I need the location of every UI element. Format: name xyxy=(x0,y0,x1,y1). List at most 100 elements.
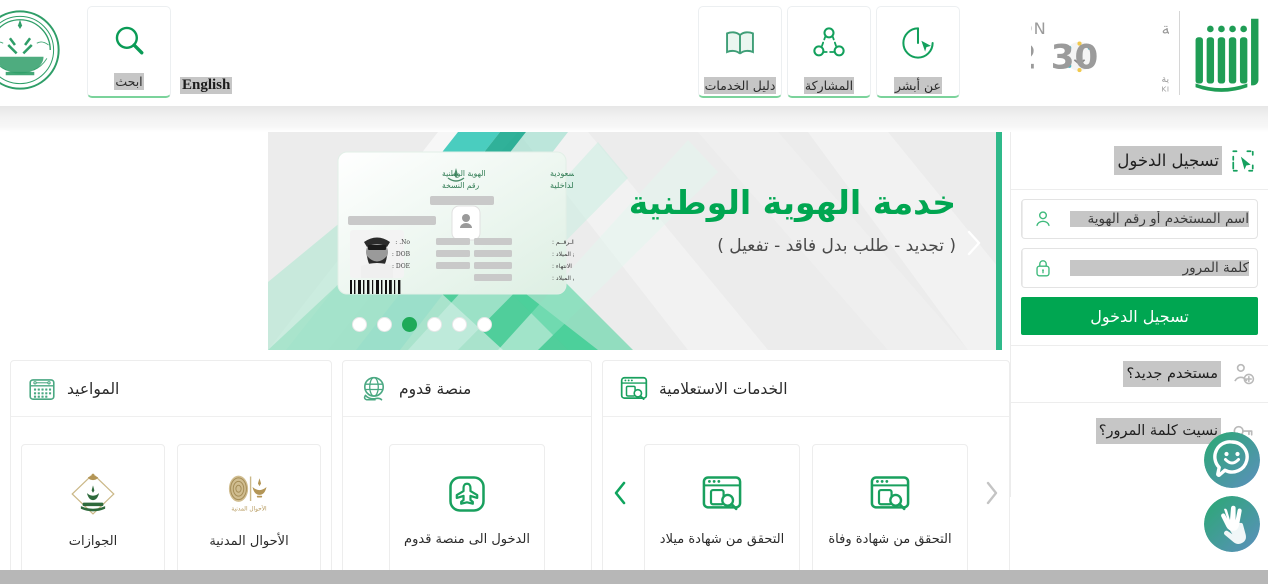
globe-hand-icon xyxy=(363,376,385,401)
login-submit-button[interactable]: تسجيل الدخول xyxy=(1021,297,1258,335)
header-shadow xyxy=(0,106,1268,132)
hero-dot-active[interactable] xyxy=(402,317,417,332)
services-guide-button[interactable]: دليل الخدمات xyxy=(698,6,782,98)
hero-dot[interactable] xyxy=(427,317,442,332)
document-search-window-icon xyxy=(702,475,742,510)
hero-accent-bar xyxy=(996,132,1002,350)
login-title: تسجيل الدخول xyxy=(1114,146,1222,175)
civil-affairs-tile[interactable]: الأحوال المدنية الأحوال المدنية xyxy=(177,444,321,574)
chatbot-assistant-button[interactable] xyxy=(1204,432,1260,488)
hero-carousel: المملكة العربية السعودية وزارة الداخلية … xyxy=(268,132,1002,350)
hero-dot[interactable] xyxy=(352,317,367,332)
verify-death-certificate-label: التحقق من شهادة وفاة xyxy=(828,531,952,547)
inquiry-services-body: التحقق من شهادة وفاة التحقق من شهادة ميل… xyxy=(603,417,1009,583)
hero-dot[interactable] xyxy=(377,317,392,332)
about-absher-button[interactable]: عن أبشر xyxy=(876,6,960,98)
qudum-platform-title: منصة قدوم xyxy=(399,379,472,398)
document-search-window-icon xyxy=(870,475,910,510)
appointments-header: المواعيد xyxy=(11,361,331,417)
svg-text:تاريخ الانتهاء :: تاريخ الانتهاء : xyxy=(552,263,574,270)
search-tab[interactable]: ابحث xyxy=(87,6,171,98)
vision-title-ar: رؤيــــة xyxy=(1162,19,1170,39)
site-header: ابحث English عن أبشر المشاركة دليل الخدم… xyxy=(0,0,1268,106)
svg-text:رقم النسخة: رقم النسخة xyxy=(442,181,480,190)
civil-affairs-label: الأحوال المدنية xyxy=(209,533,289,549)
vision-country-ar: المملكة العربية السعودية xyxy=(1162,74,1170,85)
inquiry-services-title: الخدمات الاستعلامية xyxy=(659,379,788,398)
civil-affairs-logo: الأحوال المدنية xyxy=(228,475,267,512)
qudum-platform-body: الدخول الى منصة قدوم xyxy=(343,417,591,583)
svg-text:No. :: No. : xyxy=(395,239,410,246)
share-button[interactable]: المشاركة xyxy=(787,6,871,98)
search-icon xyxy=(115,26,144,55)
about-absher-label: عن أبشر xyxy=(894,77,942,94)
svg-text:2: 2 xyxy=(1031,37,1037,77)
svg-text:الهوية الوطنية: الهوية الوطنية xyxy=(442,169,486,178)
sign-language-button[interactable] xyxy=(1204,496,1260,552)
inquiry-services-header: الخدمات الاستعلامية xyxy=(603,361,1009,417)
login-panel-header: تسجيل الدخول xyxy=(1011,132,1268,190)
new-user-link[interactable]: مستخدم جديد؟ xyxy=(1011,345,1268,402)
password-input[interactable] xyxy=(1062,250,1257,286)
qudum-platform-header: منصة قدوم xyxy=(343,361,591,417)
vision-2030-logo: رؤيــــة VISION 2 30 المملكة العربية الس… xyxy=(1031,19,1170,93)
svg-text:30: 30 xyxy=(1051,37,1099,77)
share-network-icon xyxy=(811,21,847,65)
horizontal-scrollbar[interactable] xyxy=(0,570,1268,584)
svg-text:مكان الميلاد :: مكان الميلاد : xyxy=(552,275,574,282)
hero-text-block: خدمة الهوية الوطنية ( تجديد - طلب بدل فا… xyxy=(526,180,956,260)
appointments-title: المواعيد xyxy=(67,379,120,398)
hero-dot[interactable] xyxy=(477,317,492,332)
header-tools: عن أبشر المشاركة دليل الخدمات xyxy=(693,6,960,98)
verify-birth-certificate-label: التحقق من شهادة ميلاد xyxy=(659,531,785,547)
language-toggle[interactable]: English xyxy=(180,77,233,94)
appointments-body: الأحوال المدنية الأحوال المدنية الجوازات xyxy=(11,417,331,583)
inquiry-prev-button[interactable] xyxy=(609,479,631,507)
lock-icon xyxy=(1022,249,1062,287)
verify-birth-certificate-tile[interactable]: التحقق من شهادة ميلاد xyxy=(644,444,800,574)
svg-text:الأحوال المدنية: الأحوال المدنية xyxy=(231,504,267,512)
page-content: تسجيل الدخول تسجيل الدخو xyxy=(0,132,1268,584)
qudum-platform-card: منصة قدوم الدخول الى منصة قدوم xyxy=(342,360,592,584)
appointments-card: المواعيد الأحوال المدنية الأحوال المدنية… xyxy=(10,360,332,584)
hero-title: خدمة الهوية الوطنية xyxy=(628,183,956,222)
svg-text:DOE :: DOE : xyxy=(392,263,410,270)
passports-tile[interactable]: الجوازات xyxy=(21,444,165,574)
new-user-label: مستخدم جديد؟ xyxy=(1123,361,1221,387)
vision-title-en: VISION xyxy=(1031,19,1047,38)
services-guide-label: دليل الخدمات xyxy=(703,77,777,94)
document-search-window-icon xyxy=(620,376,648,400)
hero-dot[interactable] xyxy=(452,317,467,332)
svg-text:المملكة العربية السعودية: المملكة العربية السعودية xyxy=(550,168,574,178)
brand-divider xyxy=(1179,11,1180,95)
hero-next-button[interactable] xyxy=(960,228,986,258)
calendar-icon xyxy=(29,378,55,400)
enter-qudum-platform-tile[interactable]: الدخول الى منصة قدوم xyxy=(389,444,545,574)
hero-carousel-dots xyxy=(352,317,492,332)
username-input[interactable] xyxy=(1062,201,1257,237)
select-cursor-icon xyxy=(1232,149,1254,172)
vision-country-en: KINGDOM OF SAUDI ARABIA xyxy=(1162,84,1170,93)
passports-logo xyxy=(71,472,115,515)
share-label: المشاركة xyxy=(803,77,855,94)
about-absher-icon xyxy=(900,21,936,65)
password-field-row[interactable] xyxy=(1021,248,1258,288)
verify-death-certificate-tile[interactable]: التحقق من شهادة وفاة xyxy=(812,444,968,574)
floating-widgets xyxy=(1204,432,1260,552)
forgot-password-label: نسيت كلمة المرور؟ xyxy=(1095,418,1221,444)
ministry-of-interior-emblem xyxy=(0,10,60,90)
enter-qudum-platform-label: الدخول الى منصة قدوم xyxy=(404,531,530,547)
services-guide-book-icon xyxy=(722,21,758,65)
search-tab-label: ابحث xyxy=(114,73,144,90)
username-field-row[interactable] xyxy=(1021,199,1258,239)
brand-block: رؤيــــة VISION 2 30 المملكة العربية الس… xyxy=(1023,0,1268,106)
add-user-icon xyxy=(1234,363,1255,385)
scrollbar-thumb[interactable] xyxy=(0,570,740,584)
user-icon xyxy=(1022,200,1062,238)
hero-subtitle: ( تجديد - طلب بدل فاقد - تفعيل ) xyxy=(717,236,956,256)
absher-logo xyxy=(1195,18,1259,92)
inquiry-services-card: الخدمات الاستعلامية التحقق من شهادة وفاة… xyxy=(602,360,1010,584)
service-cards-row: الخدمات الاستعلامية التحقق من شهادة وفاة… xyxy=(0,360,1010,584)
svg-text:DOB :: DOB : xyxy=(392,251,411,258)
inquiry-next-button[interactable] xyxy=(981,479,1003,507)
